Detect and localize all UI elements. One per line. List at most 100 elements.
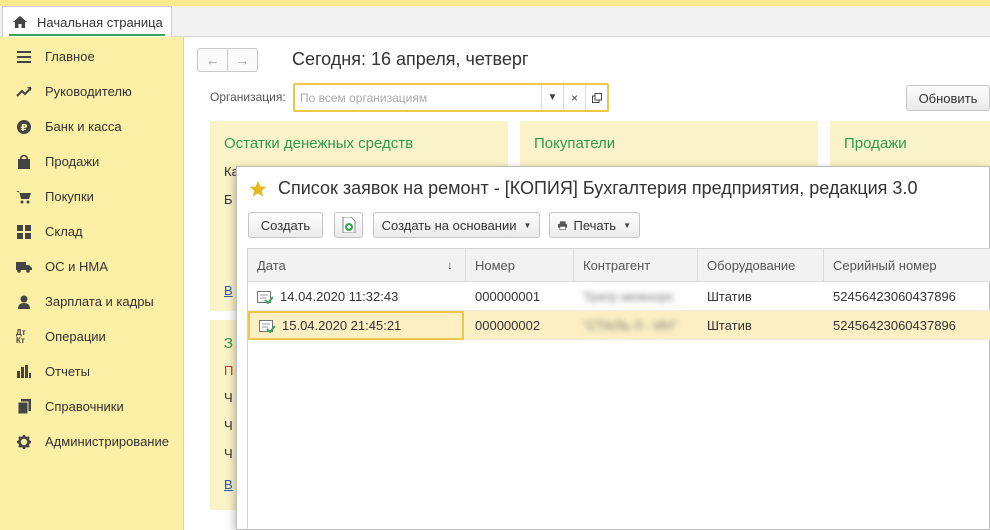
sidebar-item-salary[interactable]: Зарплата и кадры [0,284,184,319]
panel-sales: Продажи [830,121,990,167]
sidebar-item-label: Справочники [45,399,124,414]
forward-arrow-icon[interactable]: → [228,49,257,71]
table-header: Дата ↓ Номер Контрагент Оборудование Сер… [248,249,990,282]
panel-tasks-title: З [224,335,234,352]
panel-tasks-text-4: Ч [224,446,233,461]
print-button[interactable]: Печать ▼ [549,212,640,238]
cell-date-text: 14.04.2020 11:32:43 [280,289,399,304]
sidebar-item-director[interactable]: Руководителю [0,74,184,109]
sort-descending-icon: ↓ [447,258,453,272]
sidebar-item-label: Главное [45,49,95,64]
print-label: Печать [573,217,617,233]
column-contractor[interactable]: Контрагент [574,249,698,282]
cell-equipment: Штатив [707,318,752,333]
home-icon [13,16,27,28]
page-title: Сегодня: 16 апреля, четверг [292,49,529,69]
panel-tasks-text-3: Ч [224,418,233,433]
truck-icon [16,259,32,275]
menu-lines-icon [16,49,32,65]
sidebar-item-label: Покупки [45,189,94,204]
tab-home-label: Начальная страница [37,14,163,30]
clear-icon[interactable]: × [563,85,585,110]
bar-chart-icon [16,364,32,380]
panel-tasks-text-2: Ч [224,390,233,405]
svg-text:₽: ₽ [21,123,28,134]
window-title-text: Список заявок на ремонт - [КОПИЯ] Бухгал… [278,178,918,198]
table-row-selected[interactable]: 15.04.2020 21:45:21 000000002 "СТАЛЬ Л -… [248,311,990,340]
window-title: Список заявок на ремонт - [КОПИЯ] Бухгал… [249,178,917,199]
trend-up-icon [16,84,32,100]
dropdown-caret-icon: ▼ [623,220,631,230]
panel-cash-text-2: Б [224,192,233,207]
column-date[interactable]: Дата ↓ [248,249,466,282]
panel-buyers-title: Покупатели [534,135,616,152]
refresh-button[interactable]: Обновить [906,85,990,111]
sidebar-item-purchases[interactable]: Покупки [0,179,184,214]
chevron-down-icon[interactable]: ▼ [541,85,563,110]
cell-date-text: 15.04.2020 21:45:21 [282,318,402,333]
tab-home[interactable]: Начальная страница [2,6,172,37]
book-icon [16,399,32,415]
history-nav: ← → [197,48,258,72]
printer-icon [558,220,568,230]
gear-icon [16,434,32,450]
sidebar-item-sales[interactable]: Продажи [0,144,184,179]
table-row[interactable]: 14.04.2020 11:32:43 000000001 Тратр межн… [248,282,990,311]
org-label: Организация: [210,90,286,104]
create-based-on-label: Создать на основании [381,217,517,233]
requests-table: Дата ↓ Номер Контрагент Оборудование Сер… [247,248,990,530]
shopping-bag-icon [16,154,32,170]
ruble-coin-icon: ₽ [16,119,32,135]
column-number[interactable]: Номер [466,249,574,282]
create-based-on-button[interactable]: Создать на основании ▼ [373,212,540,238]
sidebar-item-label: Администрирование [45,434,169,449]
person-icon [16,294,32,310]
favorite-star-icon[interactable] [249,180,267,198]
dropdown-caret-icon: ▼ [523,220,532,230]
org-field[interactable]: По всем организациям ▼ × [293,83,609,112]
sidebar-item-operations[interactable]: Дт Кт Операции [0,319,184,354]
sidebar-item-label: Руководителю [45,84,132,99]
sidebar-item-admin[interactable]: Администрирование [0,424,184,459]
create-button[interactable]: Создать [248,212,323,238]
sidebar-item-label: ОС и НМА [45,259,108,274]
open-window-icon[interactable] [585,85,607,110]
copy-create-button[interactable] [334,212,363,238]
posted-document-icon [257,290,273,304]
panel-tasks-text-1: П [224,363,234,378]
repair-requests-window: Список заявок на ремонт - [КОПИЯ] Бухгал… [236,166,990,530]
org-placeholder: По всем организациям [300,90,428,105]
panel-cash-link[interactable]: В [224,283,233,298]
shopping-cart-icon [16,189,32,205]
cell-number: 000000002 [475,318,541,333]
back-arrow-icon[interactable]: ← [198,49,228,71]
cell-serial: 52456423060437896 [833,289,956,304]
sidebar-item-bank[interactable]: ₽ Банк и касса [0,109,184,144]
panel-buyers: Покупатели [520,121,818,167]
sidebar-item-label: Отчеты [45,364,90,379]
cell-date: 15.04.2020 21:45:21 [248,311,464,340]
panel-tasks-link[interactable]: В [224,477,233,492]
panel-sales-title: Продажи [844,135,907,152]
dt-kt-icon: Дт Кт [16,327,26,345]
sidebar-item-label: Банк и касса [45,119,122,134]
cell-date: 14.04.2020 11:32:43 [248,282,466,311]
sidebar-item-fixed-assets[interactable]: ОС и НМА [0,249,184,284]
sidebar-item-label: Склад [45,224,83,239]
sidebar: Главное Руководителю ₽ Банк и касса Прод… [0,37,184,530]
cell-serial: 52456423060437896 [833,318,956,333]
warehouse-grid-icon [16,224,32,240]
posted-document-icon [259,319,275,333]
sidebar-item-main[interactable]: Главное [0,39,184,74]
sidebar-item-label: Операции [45,329,106,344]
cell-number: 000000001 [475,289,541,304]
column-equipment[interactable]: Оборудование [698,249,824,282]
sidebar-item-label: Зарплата и кадры [45,294,154,309]
sidebar-item-warehouse[interactable]: Склад [0,214,184,249]
panel-cash-title: Остатки денежных средств [224,135,414,152]
sidebar-item-label: Продажи [45,154,100,169]
sidebar-item-reports[interactable]: Отчеты [0,354,184,389]
column-serial[interactable]: Серийный номер [824,249,990,282]
sidebar-item-references[interactable]: Справочники [0,389,184,424]
cell-contractor: "СТАЛЬ Л - ИН" [583,318,678,333]
